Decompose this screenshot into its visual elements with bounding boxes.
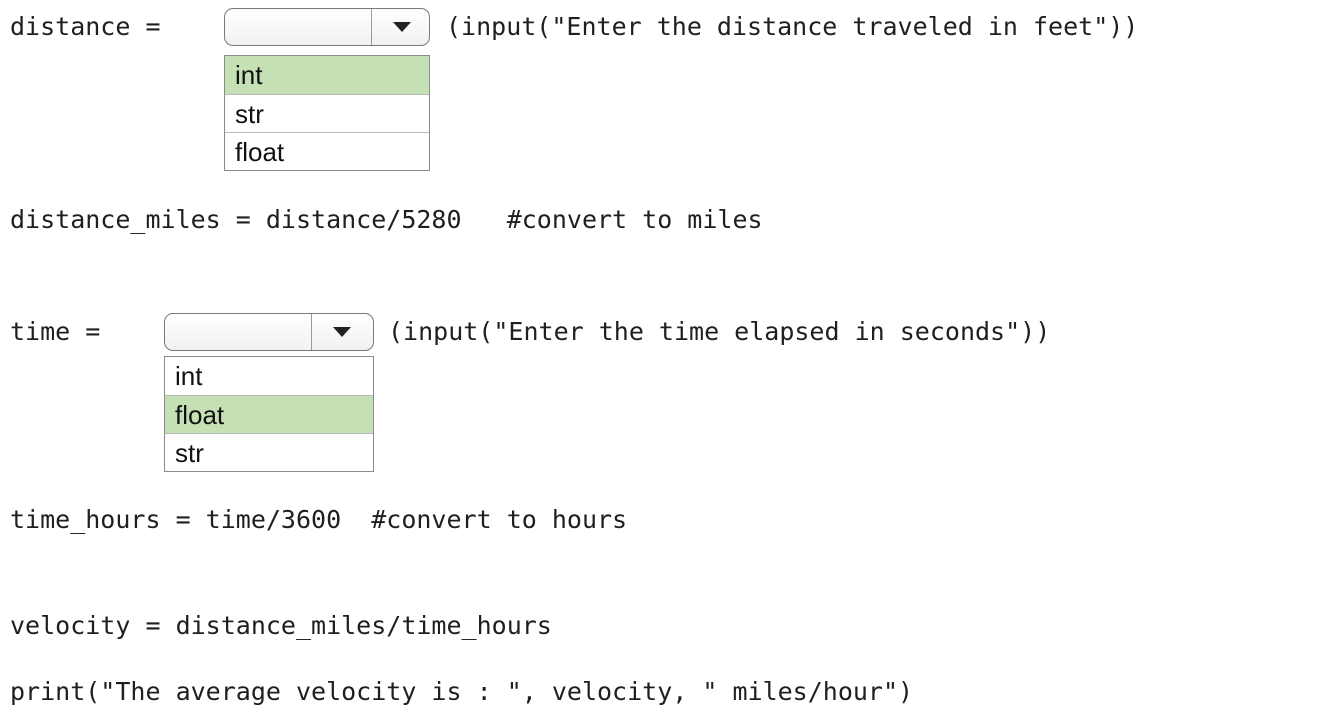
chevron-down-icon[interactable] — [393, 22, 411, 32]
code-line-time-hours: time_hours = time/3600 #convert to hours — [10, 505, 628, 534]
code-line-time-prefix: time = — [10, 317, 116, 346]
code-line-distance-miles: distance_miles = distance/5280 #convert … — [10, 205, 763, 234]
time-type-options: int float str — [164, 356, 374, 472]
distance-type-options: int str float — [224, 55, 430, 171]
code-line-distance-prefix: distance = — [10, 12, 176, 41]
chevron-down-icon[interactable] — [333, 327, 351, 337]
distance-option-int[interactable]: int — [225, 56, 429, 94]
distance-option-str[interactable]: str — [225, 94, 429, 132]
dropdown-divider — [371, 9, 372, 45]
code-line-velocity: velocity = distance_miles/time_hours — [10, 611, 552, 640]
distance-option-float[interactable]: float — [225, 132, 429, 170]
code-line-print: print("The average velocity is : ", velo… — [10, 677, 914, 706]
distance-type-select[interactable] — [224, 8, 430, 46]
time-option-float[interactable]: float — [165, 395, 373, 433]
code-line-time-suffix: (input("Enter the time elapsed in second… — [388, 317, 1051, 346]
time-option-int[interactable]: int — [165, 357, 373, 395]
time-option-str[interactable]: str — [165, 433, 373, 471]
code-line-distance-suffix: (input("Enter the distance traveled in f… — [446, 12, 1139, 41]
time-type-select[interactable] — [164, 313, 374, 351]
dropdown-divider — [311, 314, 312, 350]
